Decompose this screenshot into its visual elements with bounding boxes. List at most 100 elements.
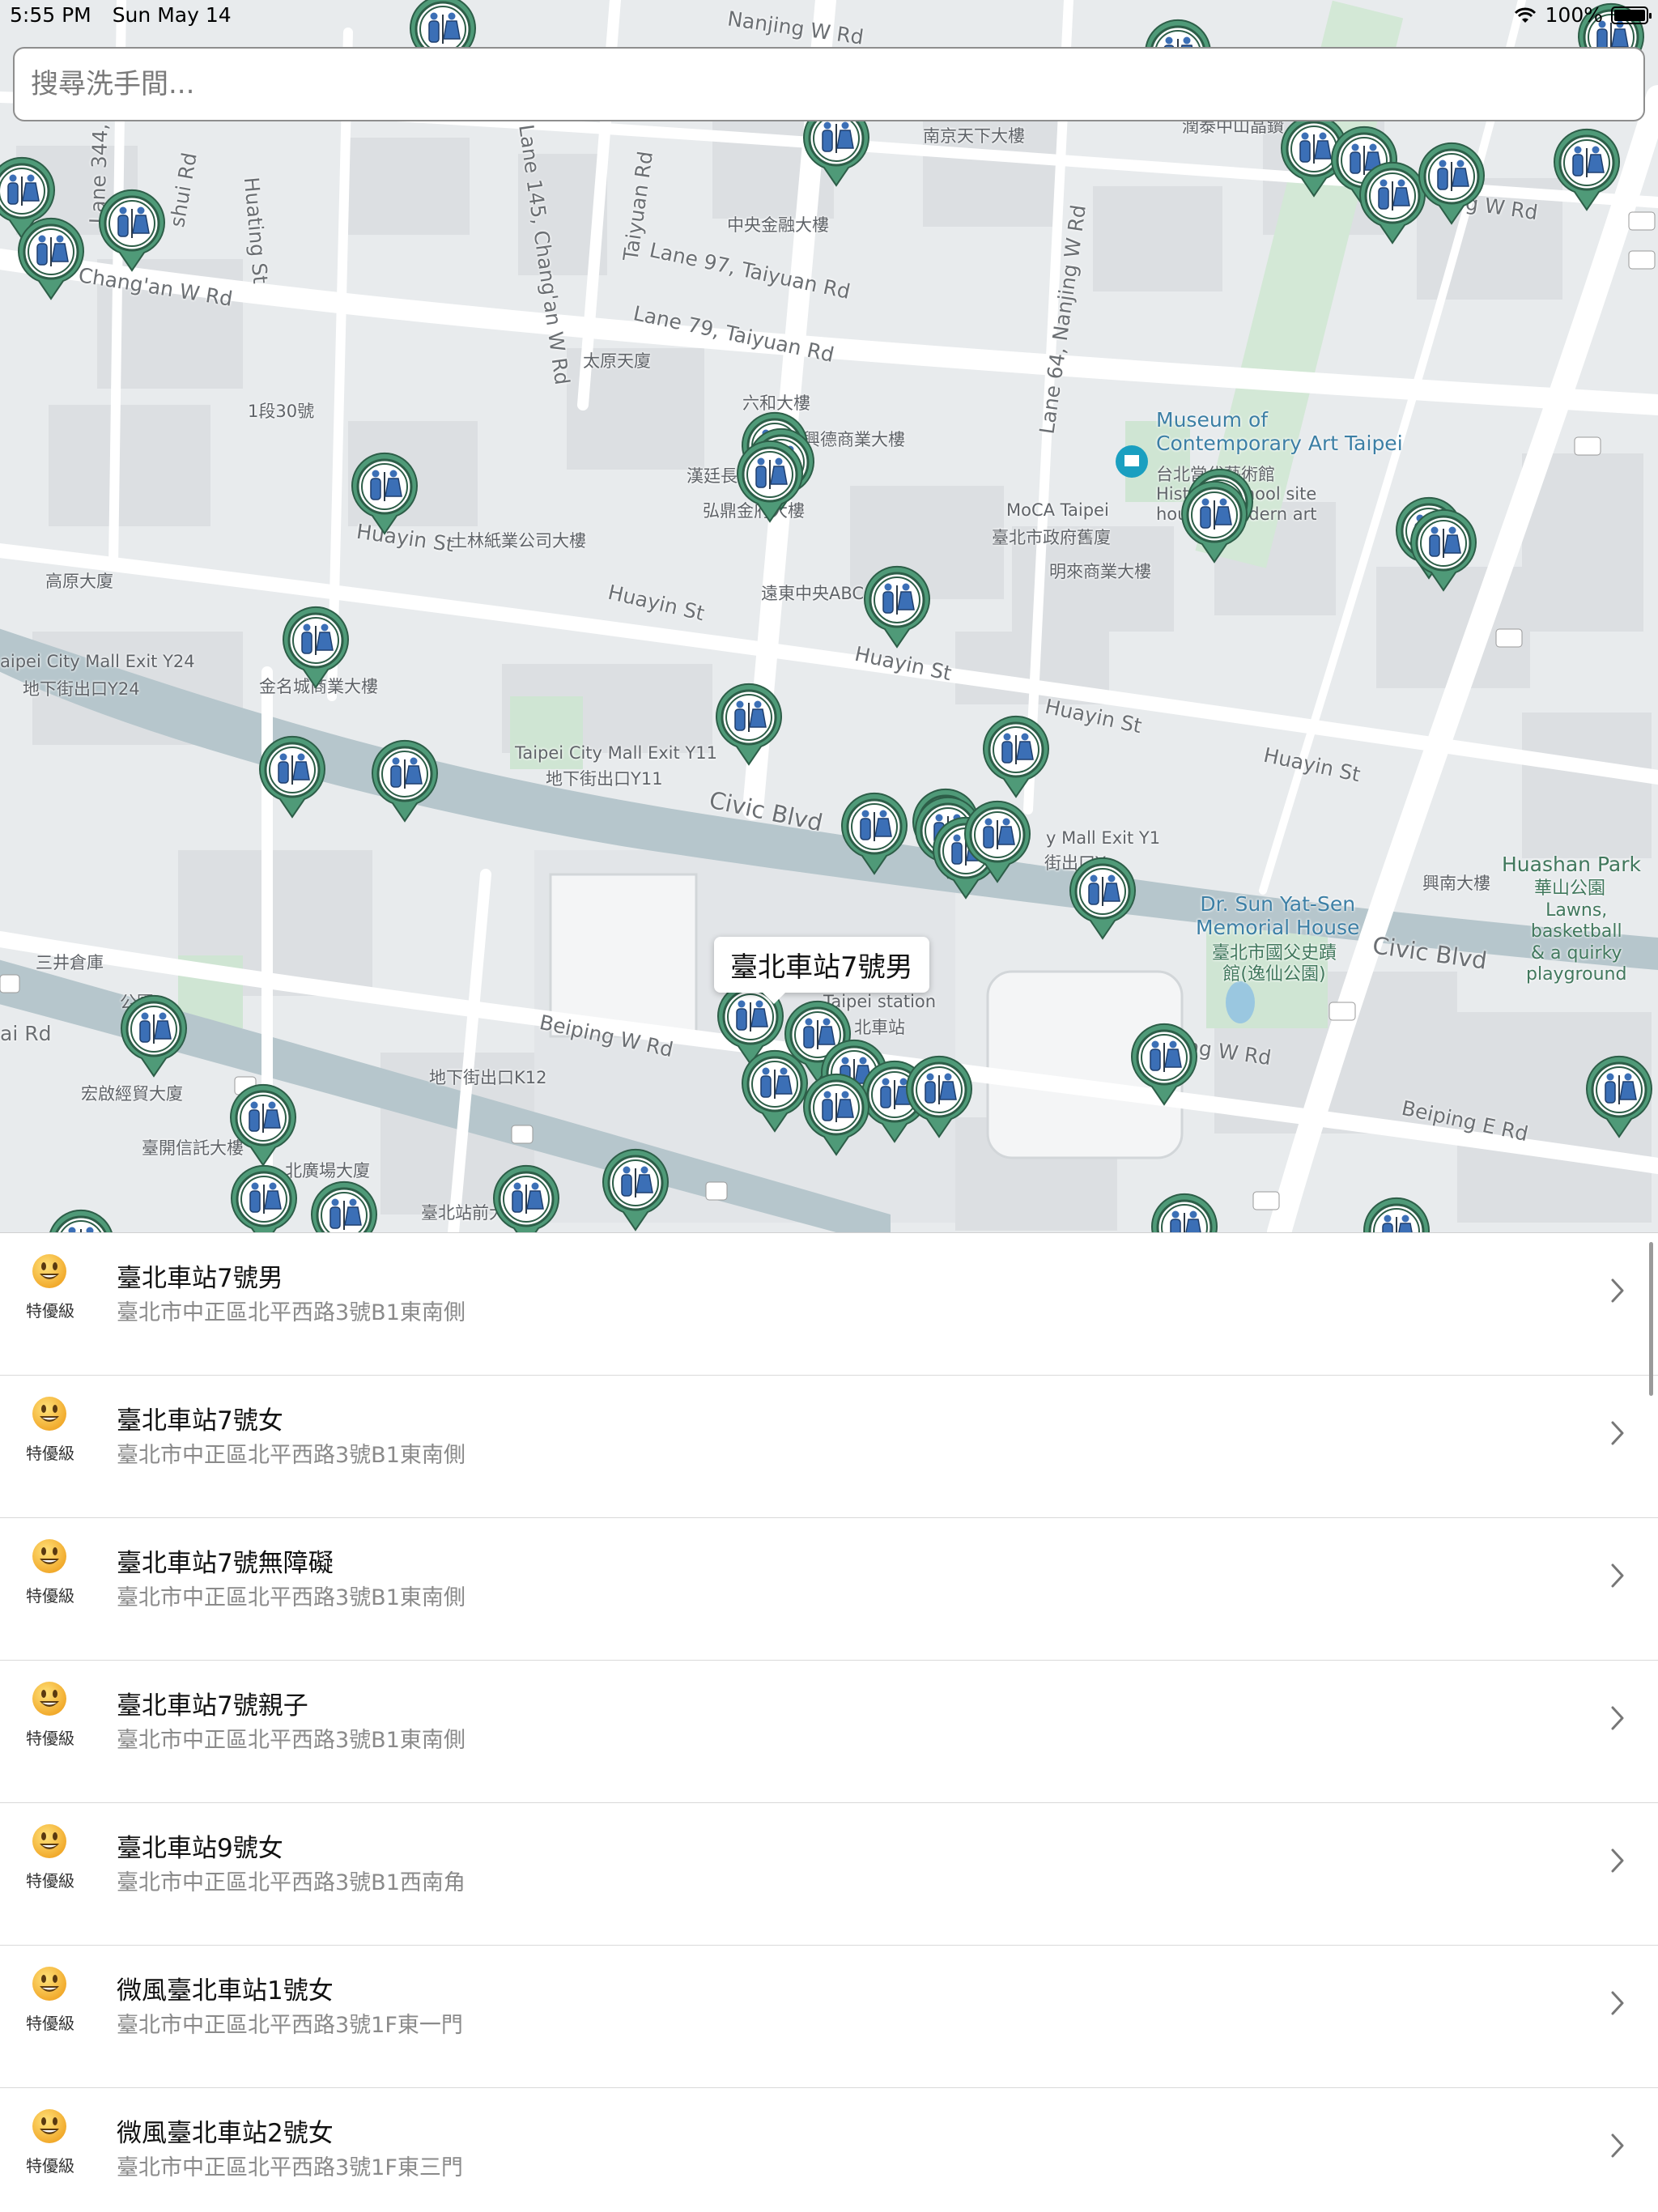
map-label-tushan: 土林紙業公司大樓 bbox=[450, 531, 586, 551]
toilet-pin-icon[interactable] bbox=[838, 789, 911, 875]
toilet-pin-icon[interactable] bbox=[227, 1081, 300, 1167]
toilet-pin-icon[interactable] bbox=[1360, 1194, 1433, 1232]
rating-label: 特優級 bbox=[26, 1301, 74, 1321]
chevron-right-icon bbox=[1611, 2133, 1624, 2158]
list-item[interactable]: 特優級 臺北車站7號無障礙 臺北市中正區北平西路3號B1東南側 bbox=[0, 1518, 1658, 1661]
toilet-pin-icon[interactable] bbox=[1178, 478, 1251, 564]
toilet-pin-icon[interactable] bbox=[980, 713, 1052, 798]
chevron-right-icon bbox=[1611, 1706, 1624, 1730]
map-label-yuandong: 遠東中央ABC bbox=[761, 584, 865, 603]
smiley-face-icon bbox=[32, 1824, 66, 1858]
toilet-address: 臺北市中正區北平西路3號B1東南側 bbox=[117, 1300, 466, 1325]
toilet-address: 臺北市中正區北平西路3號B1東南側 bbox=[117, 1728, 466, 1753]
smiley-face-icon bbox=[32, 1254, 66, 1288]
toilet-address: 臺北市中正區北平西路3號B1東南側 bbox=[117, 1585, 466, 1610]
toilet-pin-icon[interactable] bbox=[861, 563, 933, 649]
map-label-exit-y24-zh: 地下街出口Y24 bbox=[23, 679, 140, 699]
toilet-name: 臺北車站7號親子 bbox=[117, 1691, 308, 1721]
map-label-taiyuan-tower: 太原天廈 bbox=[583, 351, 651, 371]
toilet-pin-icon[interactable] bbox=[961, 798, 1034, 883]
rating-label: 特優級 bbox=[26, 2156, 74, 2176]
rating-label: 特優級 bbox=[26, 2014, 74, 2033]
toilet-pin-icon[interactable] bbox=[368, 737, 441, 823]
toilet-pin-icon[interactable] bbox=[712, 680, 785, 766]
toilet-name: 微風臺北車站1號女 bbox=[117, 1976, 334, 2006]
smiley-face-icon bbox=[32, 1682, 66, 1716]
map-label-exit-y11-zh: 地下街出口Y11 bbox=[546, 769, 663, 789]
toilet-pin-icon[interactable] bbox=[800, 1070, 873, 1156]
map-label-nanjing-tianxia: 南京天下大樓 bbox=[923, 126, 1025, 146]
toilet-pin-icon[interactable] bbox=[1066, 854, 1139, 940]
list-scrollbar[interactable] bbox=[1649, 1242, 1653, 1396]
map-label-sys-zh: 臺北市國父史蹟 館(逸仙公園) bbox=[1212, 943, 1337, 985]
map-label-moca: Museum of Contemporary Art Taipei bbox=[1156, 408, 1403, 455]
map-label-huashan-zh: 華山公園 bbox=[1534, 878, 1606, 899]
toilet-name: 臺北車站9號女 bbox=[117, 1834, 283, 1863]
toilet-pin-icon[interactable] bbox=[1128, 1020, 1201, 1106]
toilet-pin-icon[interactable] bbox=[1148, 1190, 1221, 1232]
toilet-pin-icon[interactable] bbox=[490, 1162, 563, 1232]
status-time: 5:55 PM bbox=[10, 3, 91, 27]
map-label-huashan-desc: Lawns, basketball & a quirky playground bbox=[1526, 900, 1627, 985]
rating-label: 特優級 bbox=[26, 1586, 74, 1606]
list-item[interactable]: 特優級 臺北車站7號親子 臺北市中正區北平西路3號B1東南側 bbox=[0, 1661, 1658, 1803]
toilet-pin-icon[interactable] bbox=[599, 1146, 672, 1231]
toilet-pin-icon[interactable] bbox=[227, 1162, 300, 1232]
toilet-pin-icon[interactable] bbox=[1550, 125, 1623, 211]
map-label-zhongyang-finance: 中央金融大樓 bbox=[727, 215, 829, 235]
map-label-xingnan: 興南大樓 bbox=[1422, 874, 1490, 893]
toilet-pin-icon[interactable] bbox=[308, 1178, 380, 1232]
list-item[interactable]: 特優級 微風臺北車站2號女臺北市中正區北平西路3號1F東三門 bbox=[0, 2088, 1658, 2212]
list-item[interactable]: 特優級 臺北車站7號男臺北市中正區北平西路3號B1東南側 bbox=[0, 1233, 1658, 1376]
chevron-right-icon bbox=[1611, 1563, 1624, 1588]
status-date: Sun May 14 bbox=[112, 3, 232, 27]
toilet-pin-icon[interactable] bbox=[1407, 506, 1480, 592]
map-label-sanjing: 三井倉庫 bbox=[36, 953, 104, 972]
list-item[interactable]: 特優級 臺北車站7號女臺北市中正區北平西路3號B1東南側 bbox=[0, 1376, 1658, 1518]
map-label-minglai: 明來商業大樓 bbox=[1049, 562, 1151, 581]
rating-label: 特優級 bbox=[26, 1444, 74, 1463]
smiley-face-icon bbox=[32, 2109, 66, 2143]
map-label-k12: 地下街出口K12 bbox=[429, 1068, 547, 1087]
status-bar: 5:55 PM Sun May 14 100% bbox=[0, 0, 1658, 32]
toilet-pin-icon[interactable] bbox=[117, 992, 190, 1078]
toilet-address: 臺北市中正區北平西路3號1F東三門 bbox=[117, 2155, 463, 2180]
toilet-name: 臺北車站7號男 bbox=[117, 1264, 283, 1293]
toilet-pin-icon[interactable] bbox=[1415, 139, 1488, 225]
toilet-pin-icon[interactable] bbox=[348, 449, 421, 535]
map-label-gaoyuan: 高原大廈 bbox=[45, 572, 113, 591]
map-label-ai-rd: ai Rd bbox=[0, 1022, 52, 1045]
toilet-name: 微風臺北車站2號女 bbox=[117, 2119, 334, 2148]
chevron-right-icon bbox=[1611, 1278, 1624, 1303]
map-label-taipei-station-zh: 北車站 bbox=[854, 1018, 905, 1037]
app-screen: Nanjing W Rd g W Rd Chang'an W Rd Lane 3… bbox=[0, 0, 1658, 2212]
selected-pin-callout[interactable]: 臺北車站7號男 bbox=[714, 937, 929, 1004]
toilet-pin-icon[interactable] bbox=[733, 437, 806, 523]
smiley-face-icon bbox=[32, 1397, 66, 1431]
toilet-pin-icon[interactable] bbox=[903, 1053, 976, 1138]
chevron-right-icon bbox=[1611, 1421, 1624, 1445]
battery-icon bbox=[1611, 6, 1652, 24]
map-label-sun-yat-sen: Dr. Sun Yat-Sen Memorial House bbox=[1196, 892, 1360, 939]
search-input[interactable] bbox=[13, 47, 1645, 121]
chevron-right-icon bbox=[1611, 1991, 1624, 2015]
map-label-zhongxing: 興德商業大樓 bbox=[803, 430, 905, 449]
toilet-address: 臺北市中正區北平西路3號B1東南側 bbox=[117, 1443, 466, 1468]
toilet-pin-icon[interactable] bbox=[45, 1206, 117, 1232]
map-view[interactable]: Nanjing W Rd g W Rd Chang'an W Rd Lane 3… bbox=[0, 0, 1658, 1232]
toilet-address: 臺北市中正區北平西路3號B1西南角 bbox=[117, 1870, 466, 1895]
list-item[interactable]: 特優級 臺北車站9號女 臺北市中正區北平西路3號B1西南角 bbox=[0, 1803, 1658, 1946]
toilet-pin-icon[interactable] bbox=[1583, 1053, 1656, 1138]
toilet-name: 臺北車站7號女 bbox=[117, 1406, 283, 1436]
map-label-tp-gov: 臺北市政府舊廈 bbox=[992, 528, 1111, 547]
toilet-pin-icon[interactable] bbox=[279, 603, 352, 689]
toilet-pin-icon[interactable] bbox=[15, 215, 87, 300]
toilet-list[interactable]: 特優級 臺北車站7號男 臺北市中正區北平西路3號B1東南側 特優級 臺北車站7號女 臺北市… bbox=[0, 1232, 1658, 2212]
toilet-pin-icon[interactable] bbox=[96, 186, 168, 272]
toilet-pin-icon[interactable] bbox=[256, 733, 329, 819]
battery-percent: 100% bbox=[1545, 3, 1603, 27]
smiley-face-icon bbox=[32, 1967, 66, 2001]
list-item[interactable]: 特優級 微風臺北車站1號女臺北市中正區北平西路3號1F東一門 bbox=[0, 1946, 1658, 2088]
toilet-address: 臺北市中正區北平西路3號1F東一門 bbox=[117, 2013, 463, 2038]
map-label-hanting: 漢廷長 bbox=[687, 466, 738, 486]
